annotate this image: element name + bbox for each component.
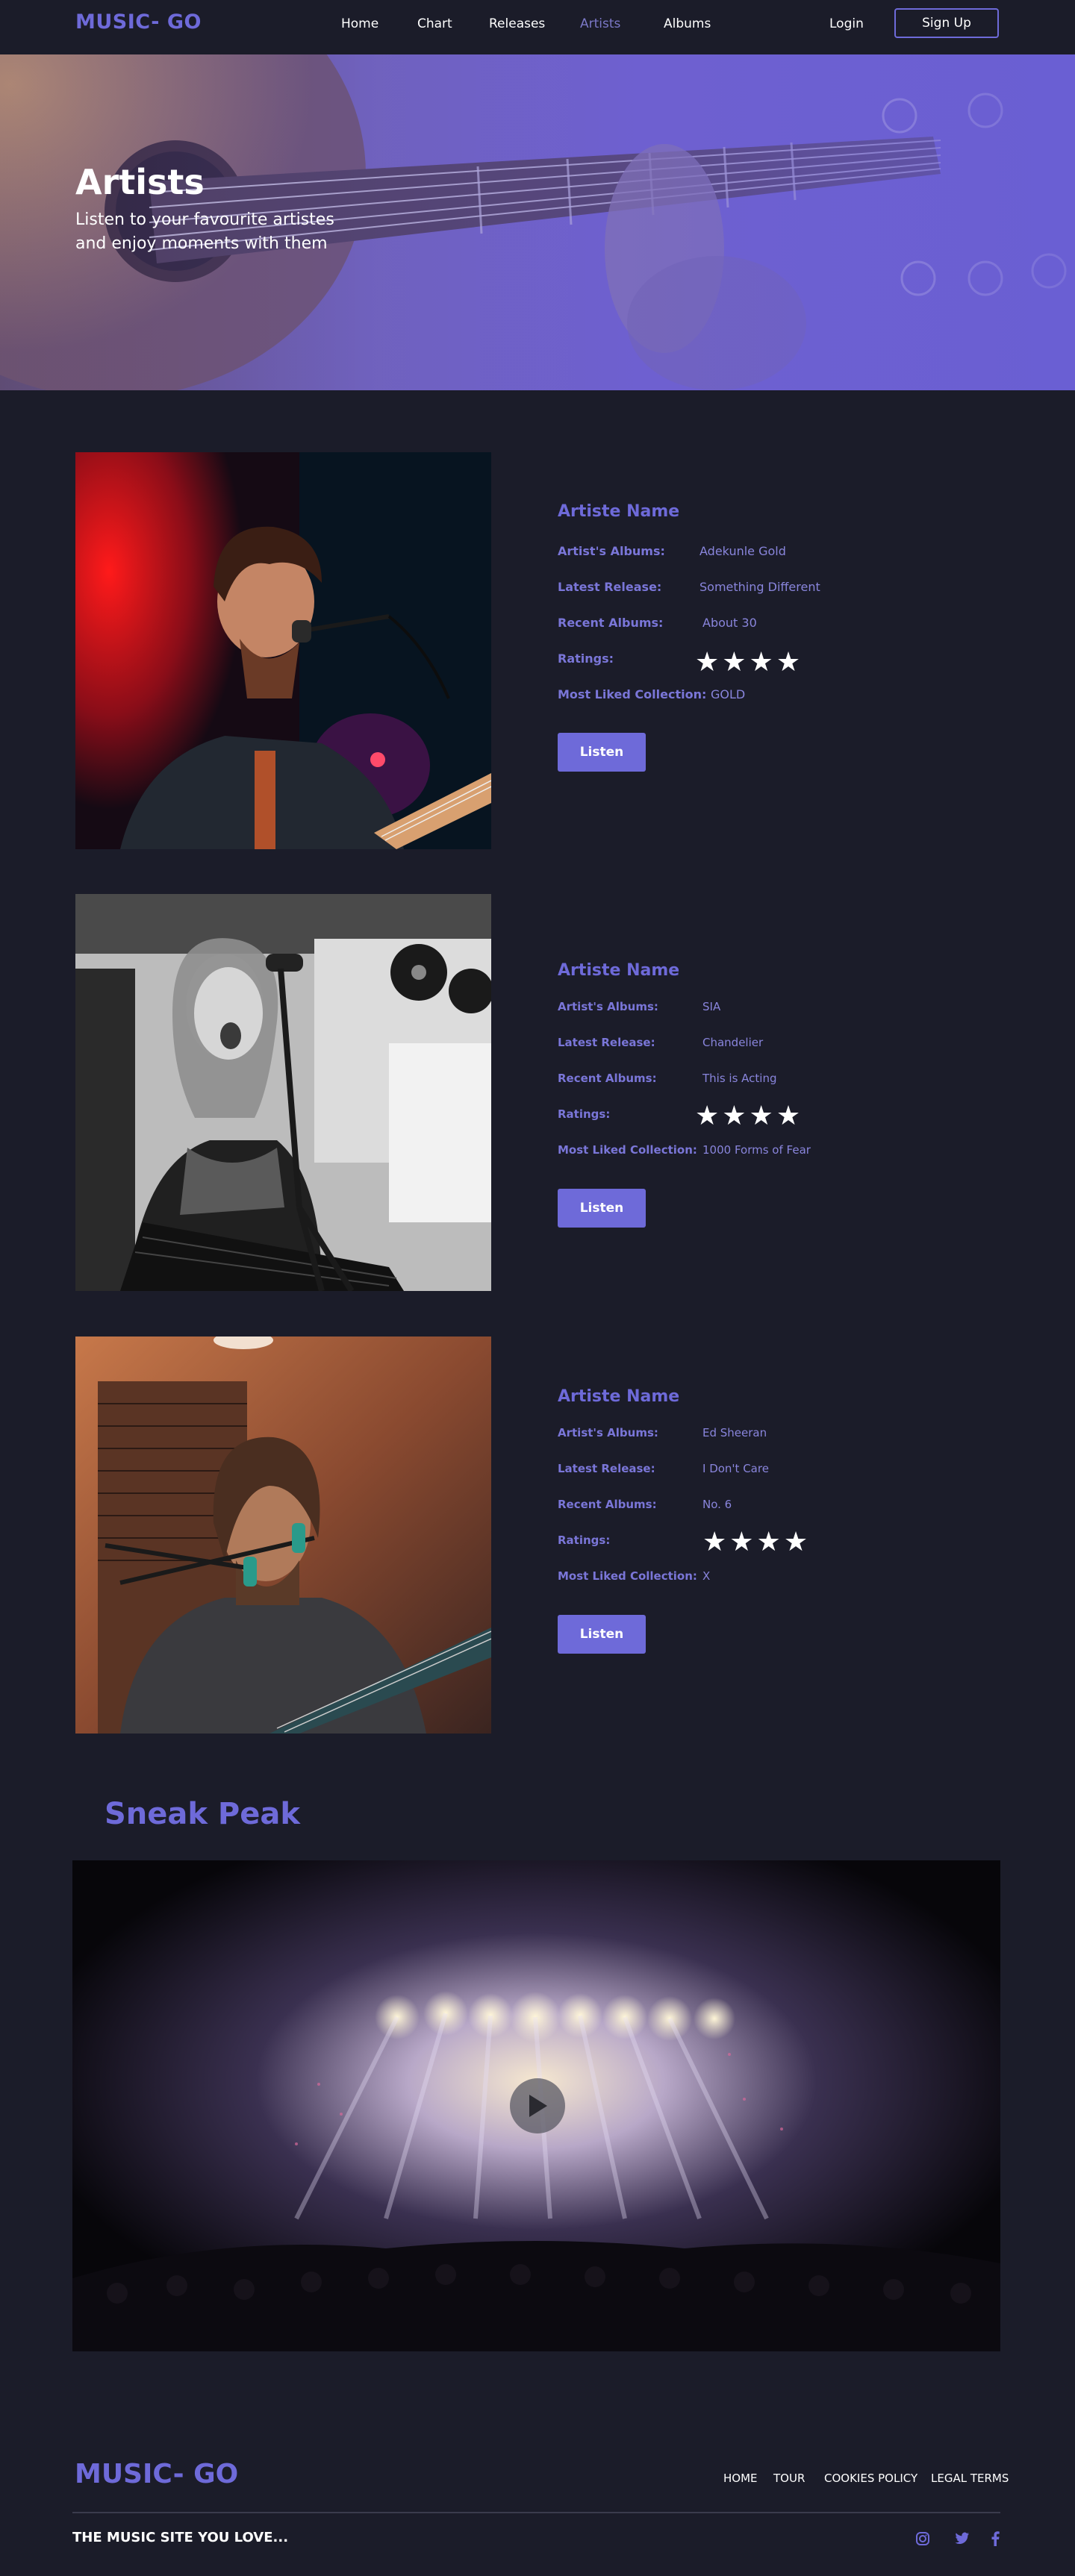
- page-title: Artists: [75, 162, 205, 202]
- latest-release-value: I Don't Care: [702, 1462, 769, 1475]
- latest-release-value: Something Different: [699, 580, 820, 594]
- ratings-label: Ratings:: [558, 1534, 611, 1547]
- hero-subtitle: Listen to your favourite artistes and en…: [75, 210, 334, 253]
- artist-card: Artiste Name Artist's Albums: SIA Latest…: [0, 894, 1075, 1291]
- latest-release-value: Chandelier: [702, 1036, 764, 1049]
- facebook-icon[interactable]: [986, 2530, 1004, 2548]
- recent-albums-value: This is Acting: [702, 1072, 777, 1085]
- listen-button[interactable]: Listen: [558, 1615, 646, 1654]
- albums-value: Adekunle Gold: [699, 544, 786, 558]
- latest-release-label: Latest Release:: [558, 1462, 655, 1475]
- play-icon: [529, 2095, 547, 2117]
- star-rating: ★★★★: [695, 647, 804, 678]
- artist-card: Artiste Name Artist's Albums: Ed Sheeran…: [0, 1337, 1075, 1734]
- nav-artists[interactable]: Artists: [580, 16, 620, 31]
- footer-link-tour[interactable]: TOUR: [773, 2472, 805, 2485]
- artist-photo: [75, 1337, 491, 1734]
- recent-albums-value: No. 6: [702, 1498, 732, 1511]
- recent-albums-label: Recent Albums:: [558, 1072, 657, 1085]
- nav-albums[interactable]: Albums: [664, 16, 711, 31]
- latest-release-label: Latest Release:: [558, 1036, 655, 1049]
- most-liked-value: X: [702, 1569, 711, 1583]
- twitter-icon[interactable]: [953, 2530, 971, 2548]
- nav-home[interactable]: Home: [341, 16, 378, 31]
- listen-button[interactable]: Listen: [558, 1189, 646, 1228]
- top-nav: MUSIC- GO Home Chart Releases Artists Al…: [0, 0, 1075, 54]
- listen-button[interactable]: Listen: [558, 733, 646, 772]
- artist-name-heading: Artiste Name: [558, 961, 680, 980]
- artist-name-heading: Artiste Name: [558, 1387, 680, 1406]
- footer-divider: [72, 2512, 1000, 2513]
- footer-links: HOME TOUR COOKIES POLICY LEGAL TERMS: [0, 2472, 1075, 2489]
- latest-release-label: Latest Release:: [558, 580, 662, 594]
- footer-link-legal[interactable]: LEGAL TERMS: [931, 2472, 1009, 2485]
- hero-banner: Artists Listen to your favourite artiste…: [0, 54, 1075, 390]
- artist-name-heading: Artiste Name: [558, 502, 680, 521]
- artist-card: Artiste Name Artist's Albums: Adekunle G…: [0, 452, 1075, 849]
- ratings-label: Ratings:: [558, 1107, 611, 1121]
- recent-albums-value: About 30: [702, 616, 757, 630]
- footer-link-cookies[interactable]: COOKIES POLICY: [824, 2472, 917, 2485]
- star-rating: ★★★★: [702, 1527, 811, 1557]
- play-button[interactable]: [510, 2078, 565, 2133]
- albums-label: Artist's Albums:: [558, 1426, 658, 1439]
- albums-value: SIA: [702, 1000, 721, 1013]
- signup-button[interactable]: Sign Up: [894, 8, 999, 38]
- artist-photo: [75, 452, 491, 849]
- star-rating: ★★★★: [695, 1101, 804, 1131]
- artist-photo: [75, 894, 491, 1291]
- most-liked-label: Most Liked Collection:: [558, 1569, 697, 1583]
- most-liked-value: GOLD: [711, 687, 746, 701]
- sneak-peak-heading: Sneak Peak: [105, 1797, 300, 1831]
- albums-label: Artist's Albums:: [558, 1000, 658, 1013]
- most-liked-value: 1000 Forms of Fear: [702, 1143, 811, 1157]
- instagram-icon[interactable]: [914, 2530, 932, 2548]
- ratings-label: Ratings:: [558, 651, 614, 666]
- albums-label: Artist's Albums:: [558, 544, 665, 558]
- nav-chart[interactable]: Chart: [417, 16, 452, 31]
- recent-albums-label: Recent Albums:: [558, 1498, 657, 1511]
- footer-link-home[interactable]: HOME: [723, 2472, 758, 2485]
- nav-releases[interactable]: Releases: [489, 16, 545, 31]
- most-liked-label: Most Liked Collection:: [558, 687, 707, 701]
- footer-tagline: THE MUSIC SITE YOU LOVE...: [72, 2530, 289, 2545]
- albums-value: Ed Sheeran: [702, 1426, 767, 1439]
- recent-albums-label: Recent Albums:: [558, 616, 664, 630]
- login-link[interactable]: Login: [829, 16, 864, 31]
- most-liked-label: Most Liked Collection:: [558, 1143, 697, 1157]
